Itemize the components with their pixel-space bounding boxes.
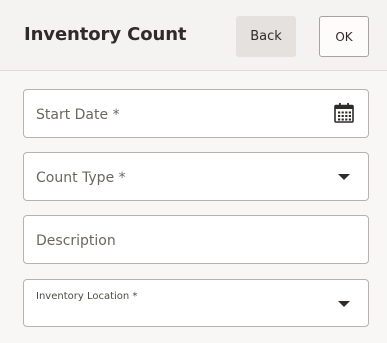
inventory-location-select[interactable]: Inventory Location * [23, 279, 369, 327]
caret-down-icon[interactable] [338, 301, 350, 307]
ok-button[interactable]: OK [319, 16, 369, 57]
inventory-location-label: Inventory Location * [36, 291, 138, 302]
page-title: Inventory Count [24, 24, 187, 45]
caret-down-icon[interactable] [338, 174, 350, 180]
count-type-label: Count Type * [36, 170, 126, 186]
count-type-select[interactable]: Count Type * [23, 152, 369, 201]
start-date-field[interactable]: Start Date * [23, 89, 369, 138]
calendar-icon[interactable] [333, 102, 355, 124]
page-header: Inventory Count Back OK [0, 0, 387, 71]
back-button[interactable]: Back [236, 16, 296, 57]
description-field[interactable]: Description [23, 215, 369, 264]
start-date-label: Start Date * [36, 107, 120, 123]
description-label: Description [36, 233, 116, 249]
